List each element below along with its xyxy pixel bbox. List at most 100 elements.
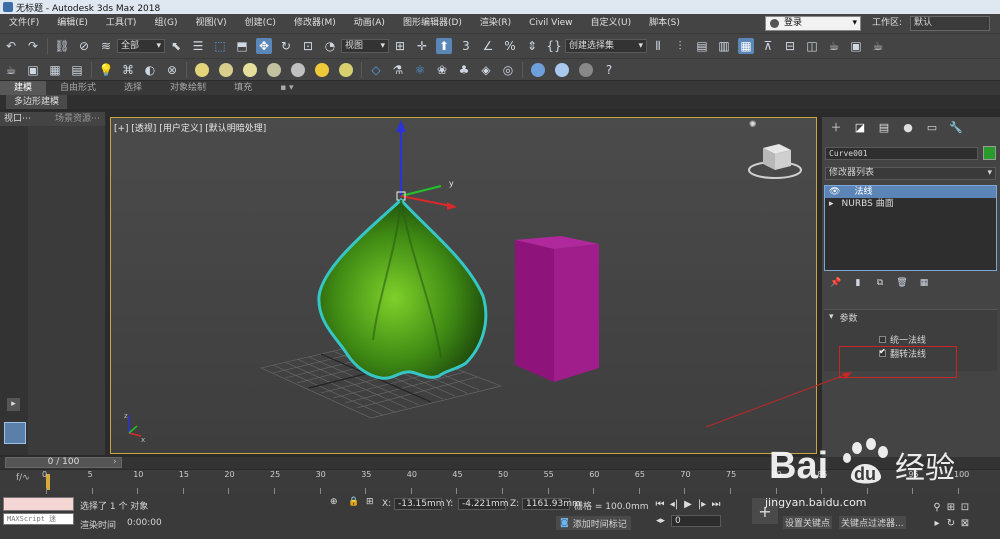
selection-filter-dropdown[interactable]: 全部	[117, 39, 165, 53]
time-slider-thumb[interactable]: 0 / 100	[5, 457, 122, 468]
menu-create[interactable]: 创建(C)	[236, 14, 285, 33]
env-sphere-icon[interactable]	[555, 62, 569, 77]
maximize-viewport-icon[interactable]: ⊠	[958, 516, 972, 530]
option-unify-normals[interactable]: 统一法线	[824, 332, 997, 346]
sphere-primitive-icon[interactable]	[219, 62, 233, 77]
grid-icon[interactable]: ▦	[47, 62, 63, 78]
unify-normals-checkbox[interactable]	[879, 335, 886, 343]
undo-icon[interactable]: ↶	[3, 38, 19, 54]
expand-arrow-icon[interactable]: ▸	[7, 398, 20, 411]
unlink-icon[interactable]: ⊘	[76, 38, 92, 54]
login-dropdown[interactable]: 登录 ▾	[765, 16, 861, 31]
select-by-name-icon[interactable]: ☰	[190, 38, 206, 54]
render-setup-icon[interactable]: ☕	[826, 38, 842, 54]
configure-modifier-sets-icon[interactable]: ▦	[916, 275, 932, 291]
remove-modifier-icon[interactable]: 🗑	[894, 275, 910, 291]
ribbon-tab-object-paint[interactable]: 对象绘制	[156, 81, 220, 95]
patch-icon[interactable]: ◈	[478, 62, 494, 78]
render-production-icon[interactable]: ☕	[870, 38, 886, 54]
add-time-tag-button[interactable]: ◙ 添加时间标记	[556, 516, 631, 530]
percent-snap-icon[interactable]: %	[502, 38, 518, 54]
play-icon[interactable]: ▶	[681, 497, 695, 511]
cylinder-primitive-icon[interactable]	[243, 62, 257, 77]
show-end-result-icon[interactable]: ▮	[850, 275, 866, 291]
maxscript-mini-listener[interactable]: MAXScript 迷	[3, 513, 74, 525]
select-manipulate-icon[interactable]: ✛	[414, 38, 430, 54]
eye-icon[interactable]: 👁	[829, 186, 840, 198]
spinner-snap-icon[interactable]: ⇕	[524, 38, 540, 54]
material-sphere-icon[interactable]	[531, 62, 545, 77]
render-sphere-icon[interactable]	[579, 62, 593, 77]
select-rotate-icon[interactable]: ↻	[278, 38, 294, 54]
torus-primitive-icon[interactable]	[267, 62, 281, 77]
selection-lock-icon[interactable]: 🔒	[348, 497, 359, 507]
angle-snap-icon[interactable]: ∠	[480, 38, 496, 54]
object-name-field[interactable]: Curve001	[825, 147, 978, 160]
ribbon-toggle-icon[interactable]: ▦	[738, 38, 754, 54]
y-coord-field[interactable]: -4.221mm	[458, 498, 509, 510]
select-scale-icon[interactable]: ⊡	[300, 38, 316, 54]
mirror-icon[interactable]: ⫴	[650, 38, 666, 54]
next-frame-icon[interactable]: ›	[113, 457, 117, 467]
menu-views[interactable]: 视图(V)	[186, 14, 235, 33]
current-frame-field[interactable]: 0	[671, 515, 721, 527]
link-icon[interactable]: ⛓	[54, 38, 70, 54]
render-frame-icon[interactable]: ▣	[25, 62, 41, 78]
rollout-header[interactable]: ▾ 参数	[824, 310, 997, 324]
workspace-select[interactable]: 默认	[910, 16, 990, 31]
sun-light-icon[interactable]	[315, 62, 329, 77]
hierarchy-tab-icon[interactable]: ▤	[875, 119, 893, 135]
menu-tools[interactable]: 工具(T)	[97, 14, 146, 33]
snaps-toggle-icon[interactable]: 3	[458, 38, 474, 54]
select-object-icon[interactable]: ⬉	[168, 38, 184, 54]
previous-frame-icon[interactable]: ◂|	[667, 497, 681, 511]
window-crossing-icon[interactable]: ⬒	[234, 38, 250, 54]
rollout-collapse-icon[interactable]: ▾	[829, 312, 834, 322]
menu-civil-view[interactable]: Civil View	[520, 14, 581, 33]
viewport-layout-thumbnail[interactable]	[4, 422, 26, 444]
viewport-light-icon[interactable]: ✺	[749, 120, 757, 130]
ribbon-tab-polygon-modeling[interactable]: 多边形建模	[6, 95, 68, 109]
z-coord-field[interactable]: 1161.93mm	[522, 498, 581, 510]
create-tab-icon[interactable]: ＋	[827, 119, 845, 135]
pin-stack-icon[interactable]: 📌	[828, 275, 844, 291]
ribbon-options-button[interactable]: ▪ ▾	[266, 81, 307, 95]
pan-icon[interactable]: ▸	[930, 516, 944, 530]
menu-file[interactable]: 文件(F)	[0, 14, 48, 33]
menu-edit[interactable]: 编辑(E)	[48, 14, 97, 33]
schematic-view-icon[interactable]: ⊟	[782, 38, 798, 54]
menu-customize[interactable]: 自定义(U)	[582, 14, 641, 33]
redo-icon[interactable]: ↷	[25, 38, 41, 54]
atom-icon[interactable]: ⚛	[412, 62, 428, 78]
rect-selection-icon[interactable]: ⬚	[212, 38, 228, 54]
particle-icon[interactable]: ⚗	[390, 62, 406, 78]
menu-group[interactable]: 组(G)	[145, 14, 186, 33]
teapot-icon[interactable]: ☕	[3, 62, 19, 78]
set-key-button[interactable]: 设置关键点	[783, 516, 833, 529]
menu-modifiers[interactable]: 修改器(M)	[285, 14, 345, 33]
select-place-icon[interactable]: ◔	[322, 38, 338, 54]
key-filters-button[interactable]: 关键点过滤器...	[839, 516, 906, 529]
light-icon[interactable]: 💡	[98, 62, 114, 78]
menu-rendering[interactable]: 渲染(R)	[471, 14, 520, 33]
menu-scripting[interactable]: 脚本(S)	[640, 14, 689, 33]
helper-icon[interactable]: ◐	[142, 62, 158, 78]
scene-explorer-icon[interactable]: ▤	[694, 38, 710, 54]
menu-animation[interactable]: 动画(A)	[345, 14, 394, 33]
modify-tab-icon[interactable]: ◪	[851, 119, 869, 135]
maxscript-listener[interactable]	[3, 497, 74, 511]
bind-spacewarp-icon[interactable]: ≋	[98, 38, 114, 54]
absolute-mode-icon[interactable]: ⊞	[366, 497, 374, 507]
reference-coord-dropdown[interactable]: 视图	[341, 39, 389, 53]
curve-editor-mini-icon[interactable]: f/∿	[16, 473, 30, 483]
next-frame-icon[interactable]: |▸	[695, 497, 709, 511]
x-coord-field[interactable]: -13.15mm	[394, 498, 445, 510]
curve-editor-icon[interactable]: ⊼	[760, 38, 776, 54]
camera-icon[interactable]: ⌘	[120, 62, 136, 78]
hair-icon[interactable]: ❀	[434, 62, 450, 78]
orbit-icon[interactable]: ↻	[944, 516, 958, 530]
align-icon[interactable]: ⫶	[672, 38, 688, 54]
go-to-start-icon[interactable]: ⏮	[653, 497, 667, 511]
display-tab-icon[interactable]: ▭	[923, 119, 941, 135]
ribbon-tab-populate[interactable]: 填充	[220, 81, 266, 95]
